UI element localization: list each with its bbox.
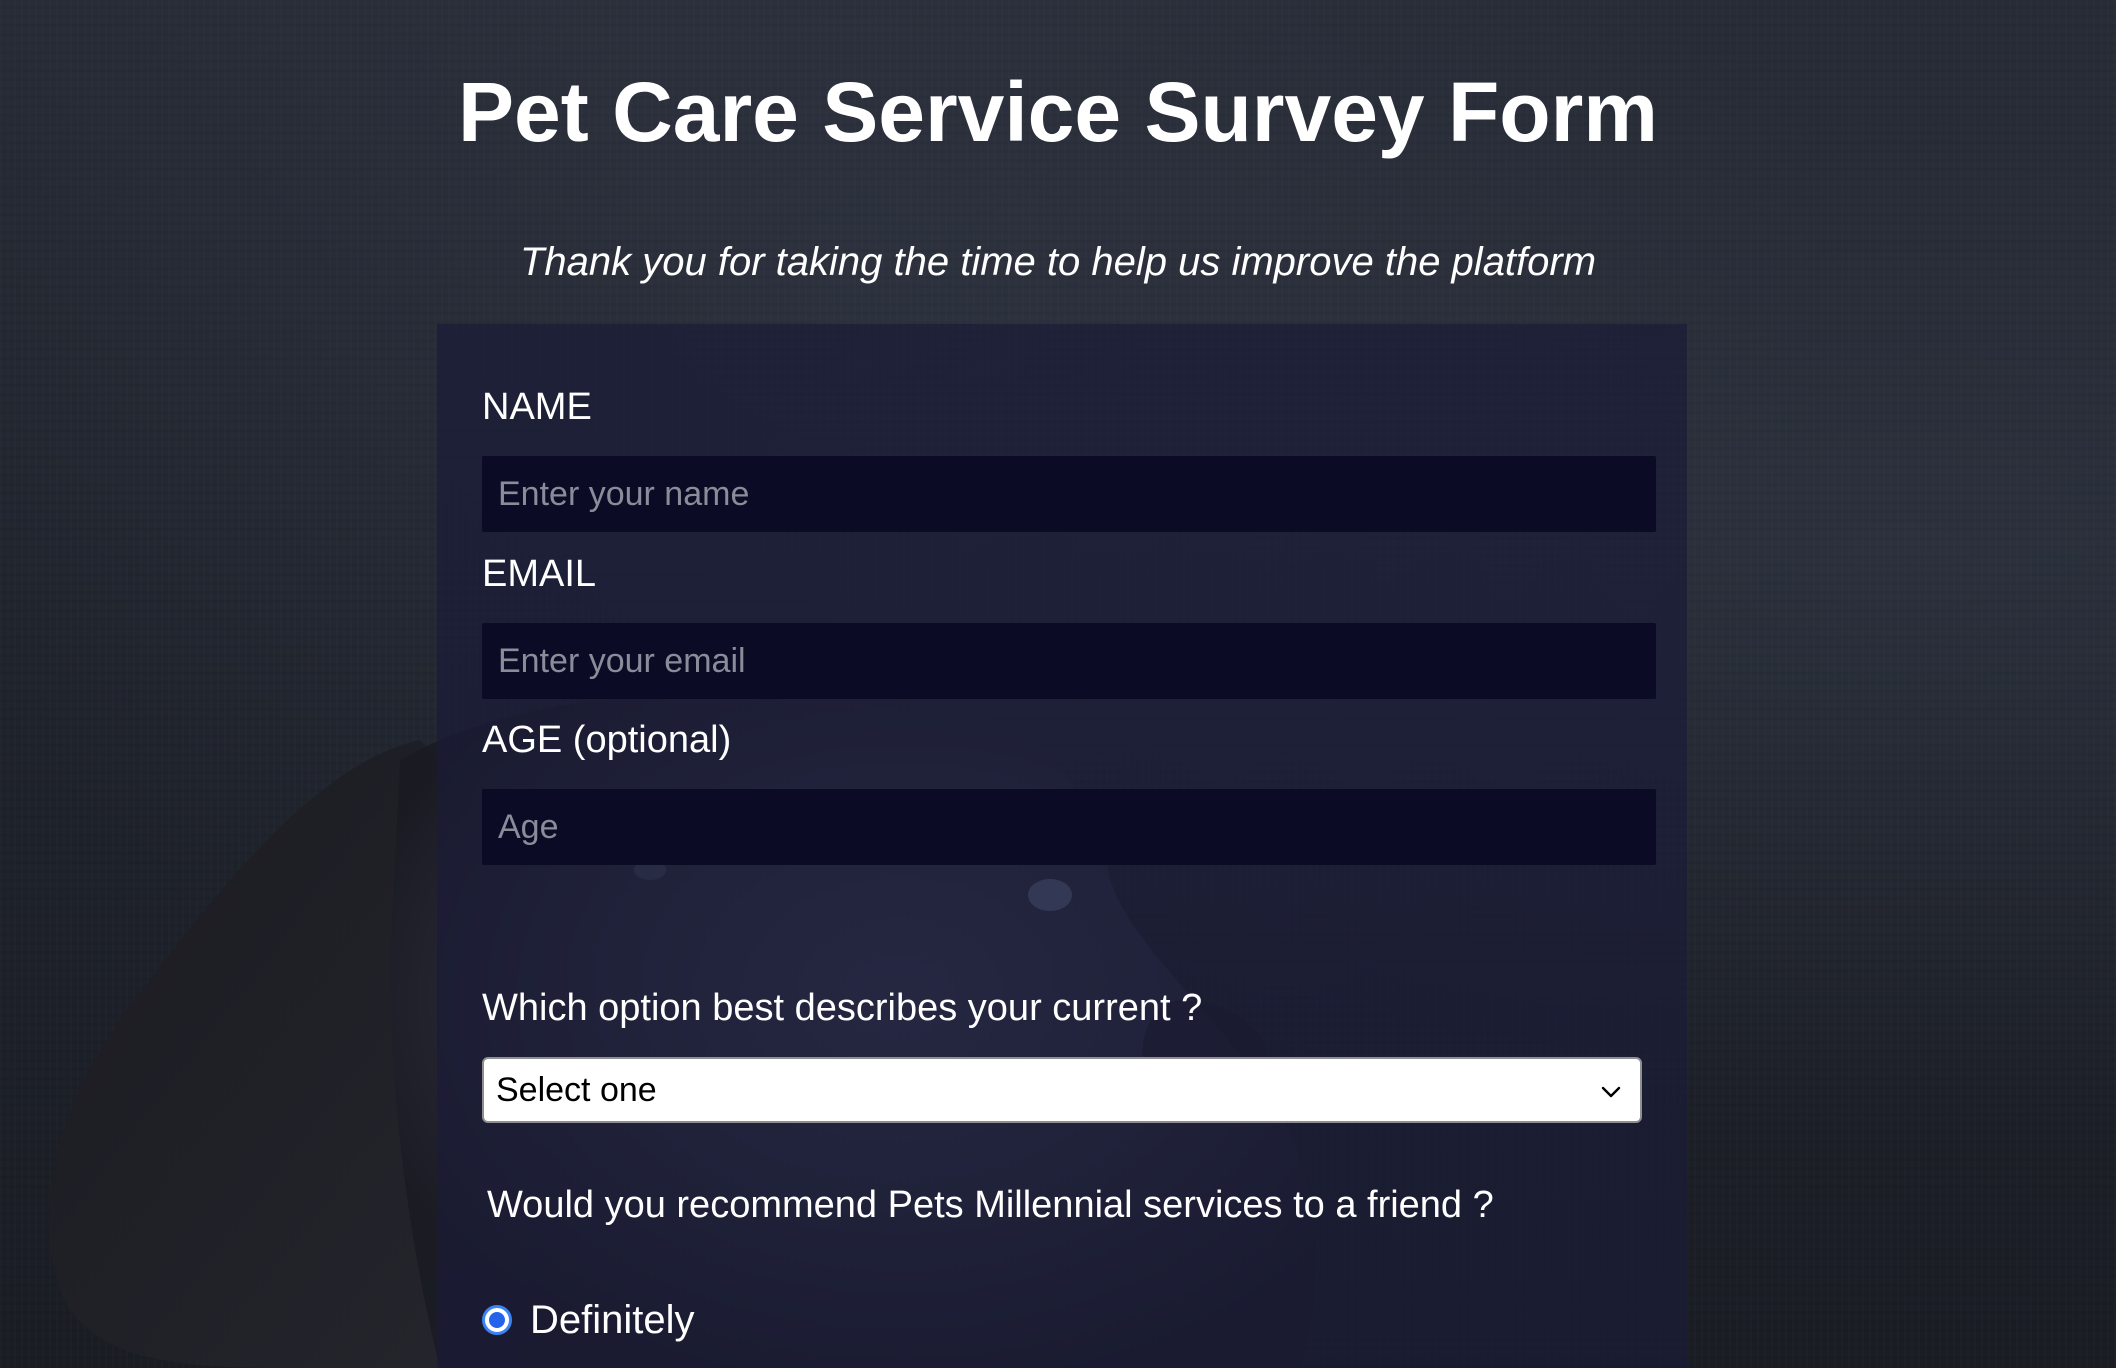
age-input[interactable] xyxy=(482,789,1656,865)
recommend-option-definitely[interactable]: Definitely xyxy=(482,1292,695,1348)
age-label: AGE (optional) xyxy=(482,719,732,761)
page-title: Pet Care Service Survey Form xyxy=(458,65,1658,159)
current-role-selected-value: Select one xyxy=(496,1071,657,1109)
current-role-question: Which option best describes your current… xyxy=(482,987,1203,1029)
current-role-select[interactable]: Select one xyxy=(482,1057,1642,1123)
email-label: EMAIL xyxy=(482,553,597,595)
radio-button-definitely[interactable] xyxy=(482,1305,512,1335)
recommend-question: Would you recommend Pets Millennial serv… xyxy=(487,1184,1494,1226)
email-input[interactable] xyxy=(482,623,1656,699)
chevron-down-icon xyxy=(1601,1086,1621,1098)
radio-label-definitely: Definitely xyxy=(530,1298,695,1342)
name-input[interactable] xyxy=(482,456,1656,532)
page-description: Thank you for taking the time to help us… xyxy=(519,240,1597,284)
name-label: NAME xyxy=(482,386,592,428)
